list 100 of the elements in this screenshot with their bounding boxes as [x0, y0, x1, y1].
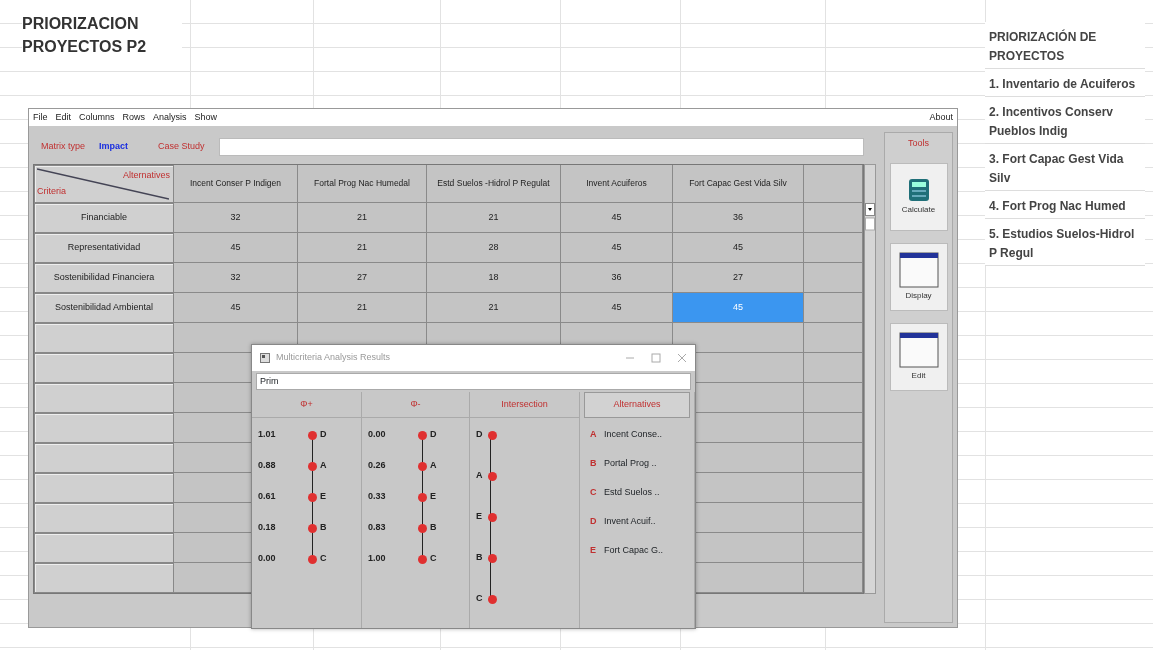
node-icon	[418, 554, 427, 564]
node-icon	[308, 430, 317, 440]
score-value: 1.00	[368, 552, 387, 566]
node-icon	[488, 430, 497, 440]
node-label: A	[430, 459, 437, 473]
node-icon	[488, 471, 497, 481]
column-header: Φ+	[252, 392, 361, 418]
node-icon	[308, 461, 317, 471]
row-axis-label: Criteria	[37, 184, 66, 198]
matrix-type-value: Impact	[99, 140, 129, 154]
node-label: B	[476, 551, 484, 565]
score-value: 0.83	[368, 521, 387, 535]
menu-item[interactable]: Edit	[55, 110, 72, 125]
menu-item[interactable]: Columns	[79, 110, 115, 125]
table-cell[interactable]: 21	[427, 203, 561, 233]
alternative-name: Invent Acuif..	[604, 515, 656, 529]
column-axis-label: Alternatives	[122, 169, 170, 182]
row-header: Representatividad	[34, 233, 174, 263]
table-cell[interactable]: 18	[427, 263, 561, 293]
sheet-cell: 4. Fort Prog Nac Humed	[985, 191, 1145, 219]
node-icon	[488, 553, 497, 563]
table-cell[interactable]	[804, 473, 863, 503]
table-cell[interactable]: 27	[298, 263, 427, 293]
table-cell[interactable]: 28	[427, 233, 561, 263]
score-value: 0.26	[368, 459, 387, 473]
node-icon	[418, 523, 427, 533]
score-value: 1.01	[258, 428, 277, 442]
menu-item[interactable]: About	[929, 110, 953, 125]
row-header: Financiable	[34, 203, 174, 233]
node-label: D	[476, 428, 484, 442]
sheet-cell: 1. Inventario de Acuiferos	[985, 69, 1145, 97]
table-cell[interactable]: 45	[174, 293, 298, 323]
table-cell[interactable]	[804, 413, 863, 443]
column-header: Intersection	[470, 392, 579, 418]
table-cell[interactable]	[804, 383, 863, 413]
table-cell[interactable]: 21	[298, 233, 427, 263]
table-cell[interactable]	[804, 563, 863, 593]
node-label: C	[320, 552, 327, 566]
column-header	[804, 165, 863, 203]
app-icon	[260, 353, 270, 363]
tool-button[interactable]: Calculate	[889, 162, 948, 231]
table-cell[interactable]: 45	[174, 233, 298, 263]
table-cell[interactable]: 21	[298, 293, 427, 323]
score-value: 0.33	[368, 490, 387, 504]
close-icon[interactable]	[677, 353, 687, 363]
column-header: Alternatives	[584, 392, 690, 418]
table-cell[interactable]: 45	[673, 233, 804, 263]
table-cell[interactable]	[804, 443, 863, 473]
column-header: Φ-	[362, 392, 469, 418]
sheet-cell: PRIORIZACIÓN DE PROYECTOS	[985, 22, 1145, 69]
table-cell[interactable]: 21	[427, 293, 561, 323]
case-study-field[interactable]	[218, 138, 864, 156]
node-icon	[308, 554, 317, 564]
table-cell[interactable]	[804, 533, 863, 563]
menu-item[interactable]: Show	[194, 110, 218, 125]
column-header: Invent Acuiferos	[561, 165, 673, 203]
table-cell[interactable]	[804, 503, 863, 533]
table-cell[interactable]	[804, 263, 863, 293]
node-icon	[418, 430, 427, 440]
tools-label: Tools	[908, 137, 929, 150]
table-cell[interactable]: 21	[298, 203, 427, 233]
menu-item[interactable]: Analysis	[153, 110, 187, 125]
maximize-icon[interactable]	[651, 353, 661, 363]
column-header: Estd Suelos -Hidrol P Regulat	[427, 165, 561, 203]
tool-button[interactable]: Display	[889, 242, 948, 311]
alternative-name: Portal Prog ..	[604, 457, 657, 471]
node-label: D	[320, 428, 327, 442]
table-cell[interactable]	[804, 353, 863, 383]
menu-item[interactable]: Rows	[122, 110, 146, 125]
table-cell[interactable]: 45	[561, 233, 673, 263]
menu-item[interactable]: File	[33, 110, 48, 125]
table-cell[interactable]	[804, 293, 863, 323]
scroll-arrow-icon[interactable]	[865, 203, 875, 233]
column-header: Incent Conser P Indigen	[174, 165, 298, 203]
node-label: B	[430, 521, 437, 535]
row-header: Sostenibilidad Ambiental	[34, 293, 174, 323]
column-header: Fort Capac Gest Vida Silv	[673, 165, 804, 203]
table-cell[interactable]	[804, 233, 863, 263]
table-cell[interactable]	[804, 203, 863, 233]
scrollbar[interactable]	[864, 164, 876, 594]
alternative-letter: C	[590, 486, 598, 500]
alternative-letter: A	[590, 428, 598, 442]
column-header: Fortal Prog Nac Humedal	[298, 165, 427, 203]
calculator-icon	[907, 177, 930, 202]
score-value: 0.18	[258, 521, 277, 535]
table-cell[interactable]: 32	[174, 263, 298, 293]
table-cell[interactable]: 32	[174, 203, 298, 233]
node-icon	[488, 512, 497, 522]
node-label: C	[430, 552, 437, 566]
result-field[interactable]: Prim	[256, 373, 691, 390]
table-cell[interactable]: 45	[561, 203, 673, 233]
table-cell[interactable]	[804, 323, 863, 353]
table-cell[interactable]: 36	[673, 203, 804, 233]
window-icon	[898, 331, 939, 368]
score-value: 0.00	[368, 428, 387, 442]
node-label: E	[476, 510, 483, 524]
table-cell[interactable]: 36	[561, 263, 673, 293]
node-label: B	[320, 521, 327, 535]
tool-button[interactable]: Edit	[889, 322, 948, 391]
alternative-name: Incent Conse..	[604, 428, 663, 442]
